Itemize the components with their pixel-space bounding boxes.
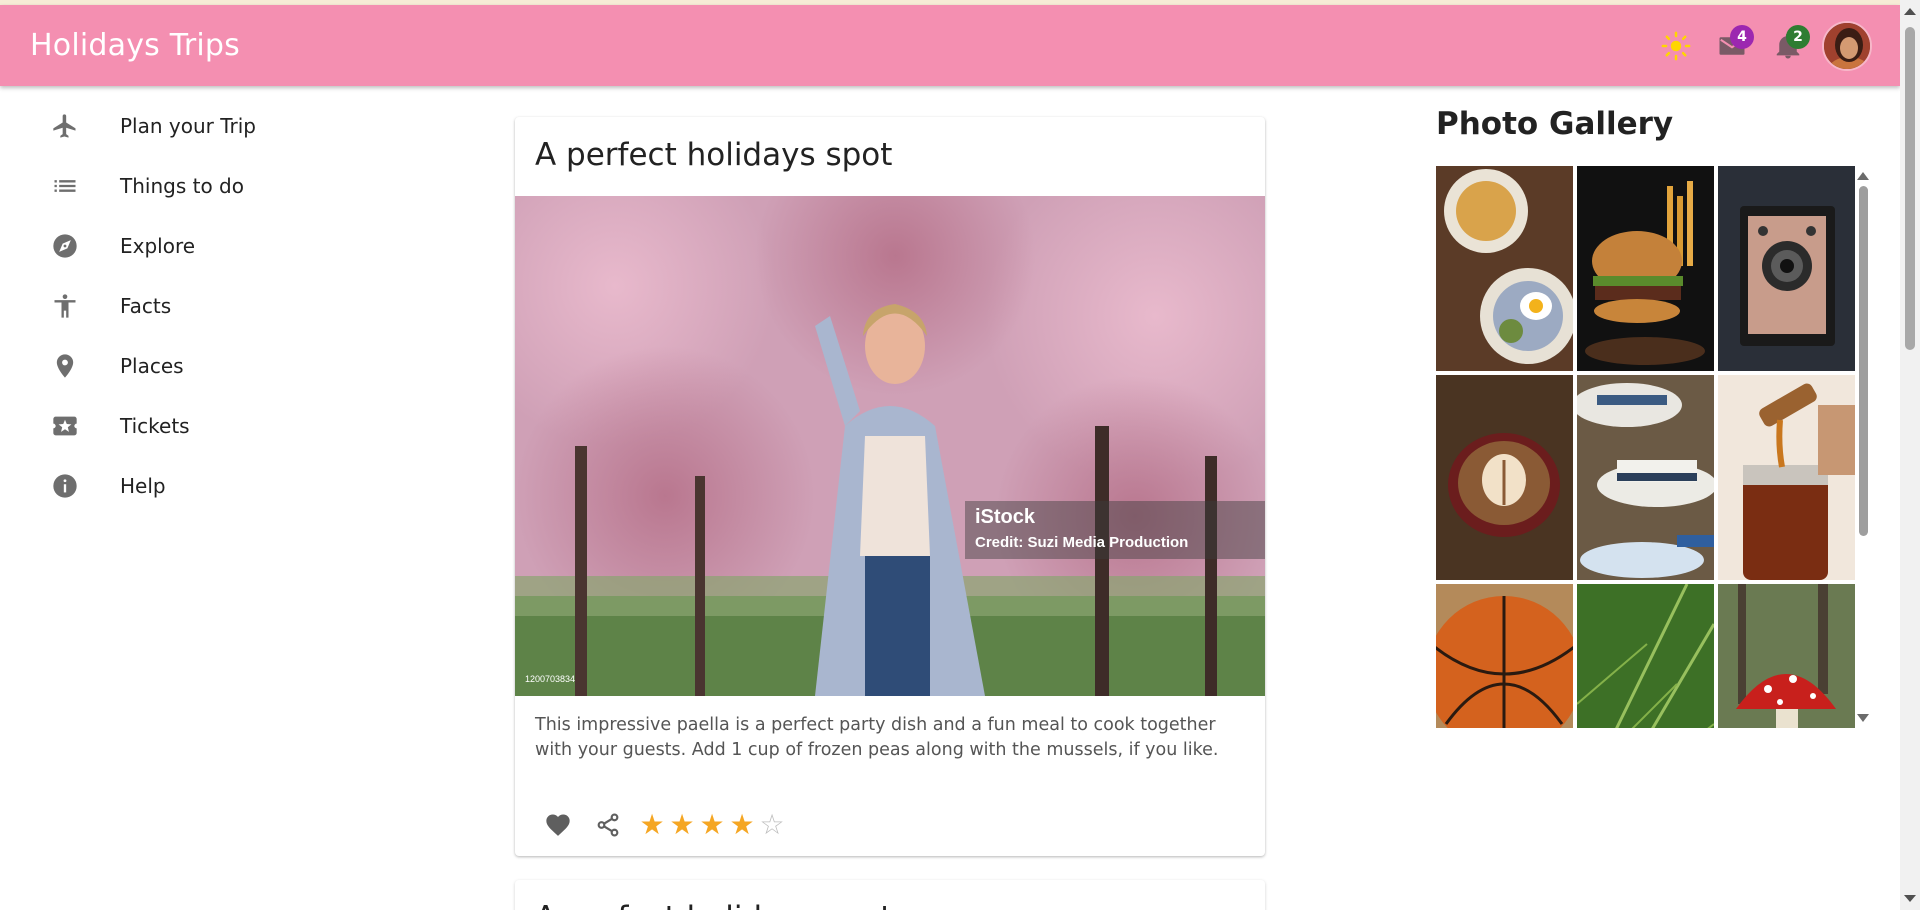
list-icon [50, 171, 80, 201]
sidebar-item-label: Things to do [120, 174, 244, 198]
card-title: A perfect holidays spot [535, 137, 893, 173]
rating-stars: ★ ★ ★ ★ ☆ [637, 811, 787, 839]
sidebar-nav: Plan your Trip Things to do Explore Fact… [0, 96, 320, 516]
star-icon[interactable]: ★ [727, 811, 757, 839]
sidebar-item-label: Facts [120, 294, 172, 318]
app-bar: Holidays Trips 4 2 [0, 5, 1900, 86]
gallery-photo-mushroom[interactable] [1718, 584, 1855, 728]
photo-gallery [1436, 166, 1855, 728]
app-bar-actions: 4 2 [1648, 5, 1872, 86]
share-icon [597, 813, 619, 837]
gallery-photo-camera[interactable] [1718, 166, 1855, 371]
watermark-brand: iStock [975, 506, 1036, 528]
share-button[interactable] [583, 800, 633, 850]
mail-count-badge: 4 [1730, 24, 1754, 49]
info-icon [50, 471, 80, 501]
sidebar-item-help[interactable]: Help [0, 456, 320, 516]
star-icon[interactable]: ★ [637, 811, 667, 839]
compass-icon [50, 231, 80, 261]
star-icon[interactable]: ★ [697, 811, 727, 839]
place-icon [50, 351, 80, 381]
page-scrollbar[interactable] [1900, 0, 1920, 910]
card-image: iStock Credit: Suzi Media Production 120… [515, 196, 1265, 696]
mail-button[interactable]: 4 [1704, 18, 1760, 74]
airplane-icon [50, 111, 80, 141]
sidebar-item-places[interactable]: Places [0, 336, 320, 396]
gallery-photo-basketball[interactable] [1436, 584, 1573, 728]
accessibility-icon [50, 291, 80, 321]
sun-icon [1661, 31, 1691, 60]
watermark-credit: Credit: Suzi Media Production [975, 534, 1188, 551]
sidebar-item-label: Tickets [120, 414, 190, 438]
gallery-photo-fern[interactable] [1577, 584, 1714, 728]
gallery-photo-burger[interactable] [1577, 166, 1714, 371]
card-actions: ★ ★ ★ ★ ☆ [533, 800, 787, 850]
user-avatar[interactable] [1822, 20, 1872, 71]
notifications-count-badge: 2 [1786, 24, 1810, 49]
card-description: This impressive paella is a perfect part… [535, 715, 1219, 760]
scrollbar-thumb[interactable] [1859, 186, 1868, 536]
sidebar-item-explore[interactable]: Explore [0, 216, 320, 276]
sidebar-item-label: Explore [120, 234, 196, 258]
favorite-button[interactable] [533, 800, 583, 850]
sidebar-item-plan-your-trip[interactable]: Plan your Trip [0, 96, 320, 156]
scroll-down-arrow-icon[interactable] [1857, 714, 1869, 722]
sidebar-item-things-to-do[interactable]: Things to do [0, 156, 320, 216]
star-icon[interactable]: ★ [667, 811, 697, 839]
spot-card-2: A perfect holidays spot [515, 880, 1265, 910]
scroll-down-arrow-icon[interactable] [1904, 895, 1916, 902]
gallery-photo-honey[interactable] [1718, 375, 1855, 580]
sidebar-item-label: Plan your Trip [120, 114, 256, 138]
gallery-title: Photo Gallery [1436, 106, 1674, 142]
sidebar-item-label: Places [120, 354, 184, 378]
theme-toggle-button[interactable] [1648, 18, 1704, 74]
cherry-blossom-photo: iStock Credit: Suzi Media Production 120… [515, 196, 1265, 696]
card-title: A perfect holidays spot [535, 900, 892, 910]
sidebar-item-label: Help [120, 474, 166, 498]
notifications-button[interactable]: 2 [1760, 18, 1816, 74]
gallery-photo-breakfast[interactable] [1436, 166, 1573, 371]
scrollbar-thumb[interactable] [1905, 27, 1915, 350]
star-outline-icon[interactable]: ☆ [757, 811, 787, 839]
ticket-icon [50, 411, 80, 441]
spot-card: A perfect holidays spot iStock Credit: S… [515, 117, 1265, 856]
sidebar-item-facts[interactable]: Facts [0, 276, 320, 336]
heart-icon [546, 814, 570, 836]
avatar-image [1824, 22, 1870, 69]
app-title: Holidays Trips [30, 28, 240, 63]
image-id: 1200703834 [525, 674, 575, 684]
gallery-photo-coffee[interactable] [1436, 375, 1573, 580]
gallery-scrollbar[interactable] [1856, 166, 1870, 728]
scroll-up-arrow-icon[interactable] [1857, 172, 1869, 180]
scroll-up-arrow-icon[interactable] [1904, 8, 1916, 15]
sidebar-item-tickets[interactable]: Tickets [0, 396, 320, 456]
gallery-photo-hats[interactable] [1577, 375, 1714, 580]
